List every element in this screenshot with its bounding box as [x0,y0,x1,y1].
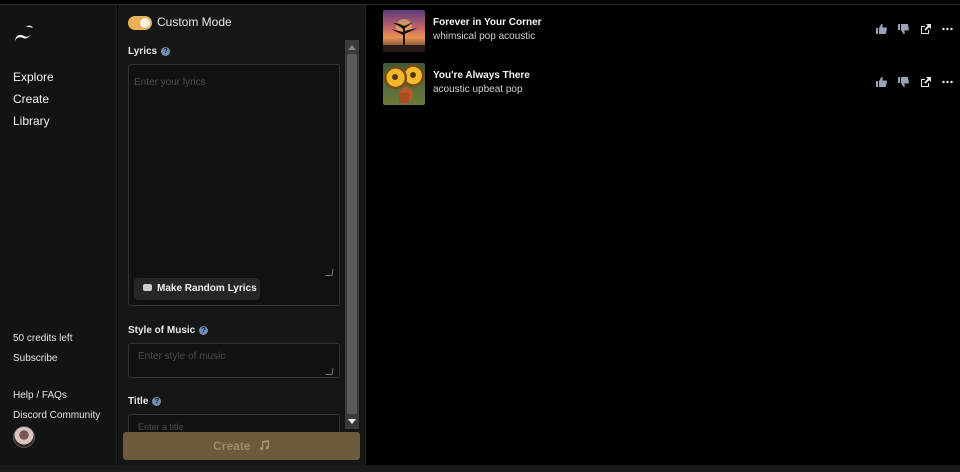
lyrics-textarea-frame [128,64,340,306]
tree-silhouette-icon [383,19,425,52]
song-title[interactable]: You're Always There [433,70,530,81]
title-label: Title [128,396,149,407]
custom-mode-label: Custom Mode [157,15,232,29]
app-window: Explore Create Library 50 credits left S… [0,4,960,472]
more-options-icon[interactable] [942,24,953,34]
scroll-down-arrow-icon[interactable] [348,419,356,424]
sidebar: Explore Create Library 50 credits left S… [0,5,117,465]
song-cover-image[interactable] [383,10,425,52]
nav-create[interactable]: Create [13,88,54,110]
create-button[interactable]: Create [123,432,360,460]
song-actions [876,77,953,87]
title-help-icon[interactable]: ? [152,397,162,406]
music-note-icon [259,440,269,450]
thumbs-down-icon[interactable] [898,77,909,87]
style-resize-handle-icon[interactable] [325,368,334,375]
nav-explore[interactable]: Explore [13,66,54,88]
lyrics-label-row: Lyrics? [128,46,171,57]
song-title[interactable]: Forever in Your Corner [433,17,542,28]
make-random-lyrics-button[interactable]: Make Random Lyrics [134,278,260,300]
title-label-row: Title? [128,396,162,407]
song-cover-image[interactable] [383,63,425,105]
custom-mode-toggle[interactable] [128,16,152,30]
user-avatar[interactable] [13,426,35,448]
style-help-icon[interactable]: ? [199,326,209,335]
song-tags: acoustic upbeat pop [433,84,523,95]
help-faqs-link[interactable]: Help / FAQs [13,386,100,406]
style-label: Style of Music [128,325,196,336]
share-icon[interactable] [920,77,931,87]
create-panel: Custom Mode Lyrics? Make Random Lyrics S… [118,5,366,465]
sidebar-footer: 50 credits left Subscribe Help / FAQs Di… [13,329,100,426]
suno-logo-icon[interactable] [12,22,36,46]
thumbs-up-icon[interactable] [876,24,887,34]
lyrics-label: Lyrics [128,46,158,57]
thumbs-up-icon[interactable] [876,77,887,87]
song-row[interactable]: Forever in Your Corner whimsical pop aco… [383,10,953,54]
thumbs-down-icon[interactable] [898,24,909,34]
make-random-lyrics-label: Make Random Lyrics [157,283,257,294]
song-actions [876,24,953,34]
subscribe-link[interactable]: Subscribe [13,349,100,369]
lyrics-resize-handle-icon[interactable] [325,269,334,276]
song-row[interactable]: You're Always There acoustic upbeat pop [383,63,953,107]
share-icon[interactable] [920,24,931,34]
discord-community-link[interactable]: Discord Community [13,406,100,426]
create-button-label: Create [213,439,251,453]
song-list: Forever in Your Corner whimsical pop aco… [367,5,960,465]
lyrics-input[interactable] [134,77,324,88]
dice-icon [143,284,152,291]
scroll-thumb[interactable] [347,54,357,414]
credits-remaining: 50 credits left [13,333,73,344]
bottom-strip [0,465,960,472]
scroll-up-arrow-icon[interactable] [348,45,356,50]
more-options-icon[interactable] [942,77,953,87]
panel-scrollbar[interactable] [345,40,359,429]
sunflower-icon [392,72,416,103]
song-tags: whimsical pop acoustic [433,31,536,42]
style-label-row: Style of Music? [128,325,209,336]
main-nav: Explore Create Library [13,66,54,132]
nav-library[interactable]: Library [13,110,54,132]
style-input[interactable] [138,351,318,362]
lyrics-help-icon[interactable]: ? [161,47,171,56]
